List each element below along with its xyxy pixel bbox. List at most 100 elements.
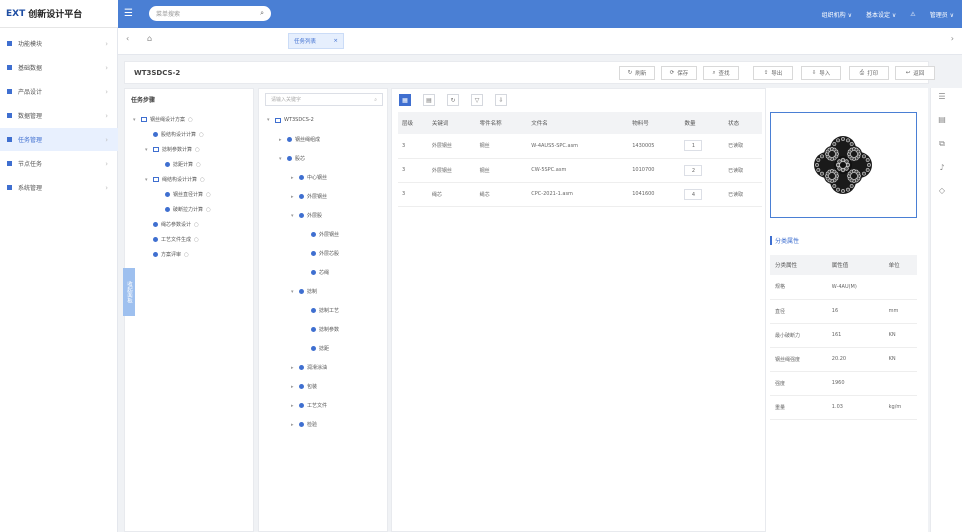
- table-row[interactable]: 3 外层钢丝 钢丝 CW-5SPC.asm 1010700 2 已读取: [398, 158, 762, 183]
- tree-node[interactable]: ▾ 钢丝绳设计方案 ○: [133, 116, 193, 124]
- toolbar-button-4[interactable]: ⇩ 导入: [801, 66, 841, 80]
- property-cell: W-4AU(M): [826, 275, 884, 300]
- tree-node[interactable]: ▾ WT3SDCS-2: [267, 117, 314, 123]
- quantity-input[interactable]: 4: [684, 188, 703, 200]
- toolbar-button-6[interactable]: ↩ 返回: [895, 66, 935, 80]
- sidebar-item-3[interactable]: 数据管理 ›: [0, 104, 118, 127]
- toolbar-button-1[interactable]: ⟳ 保存: [661, 66, 697, 80]
- filter-icon[interactable]: ▽: [471, 94, 483, 106]
- caret-icon[interactable]: ▾: [291, 213, 296, 219]
- refresh-icon[interactable]: ↻: [447, 94, 459, 106]
- top-menu-2[interactable]: 管理员 ∨: [930, 10, 954, 19]
- tab-active[interactable]: 任务列表 ×: [288, 33, 344, 49]
- toolbar-button-2[interactable]: ⌕ 查找: [703, 66, 739, 80]
- tree-node[interactable]: ▾ 外层股: [291, 212, 322, 220]
- sidebar-item-0[interactable]: 功能模块 ›: [0, 32, 118, 55]
- table-row[interactable]: 3 外层钢丝 钢丝 W-4AUS5-SPC.asm 1430005 1 已读取: [398, 134, 762, 159]
- tree-node[interactable]: ▾ 股芯: [279, 155, 305, 163]
- wire: [834, 171, 839, 176]
- copy-icon[interactable]: ⧉: [937, 139, 947, 149]
- caret-icon[interactable]: ▸: [291, 422, 296, 428]
- bell-icon[interactable]: ⚠: [910, 11, 915, 18]
- tree-filter-input[interactable]: 请输入关键字 ⌕: [265, 93, 383, 106]
- search-icon[interactable]: ⌕: [260, 9, 264, 18]
- tree-node[interactable]: 捻距计算 ○: [157, 161, 201, 168]
- tab-next-icon[interactable]: ›: [951, 34, 954, 43]
- right-toolbar: [930, 88, 962, 532]
- menu-icon[interactable]: ☰: [937, 92, 947, 101]
- caret-icon[interactable]: ▸: [279, 137, 284, 143]
- tree-node[interactable]: ▾ 捻制参数计算 ○: [145, 146, 200, 154]
- folder-icon: [153, 147, 159, 152]
- top-menu-0[interactable]: 组织机构 ∨: [822, 10, 852, 19]
- tree-node-label: 钢丝绳设计方案: [150, 117, 186, 123]
- tab-prev-icon[interactable]: ‹: [126, 34, 129, 43]
- tree-node[interactable]: 捻制参数: [303, 326, 339, 333]
- tree-node[interactable]: ▸ 检验: [291, 421, 317, 429]
- sidebar-item-5[interactable]: 节点任务 ›: [0, 152, 118, 175]
- bell-icon[interactable]: ♪: [937, 163, 947, 172]
- shield-icon[interactable]: ◇: [937, 186, 947, 195]
- tree-node[interactable]: 方案评审 ○: [145, 251, 189, 258]
- tree-node[interactable]: 捻制工艺: [303, 307, 339, 314]
- tree-node[interactable]: ▸ 外层钢丝: [291, 193, 327, 201]
- caret-icon[interactable]: ▾: [133, 117, 138, 123]
- property-row: 钢丝绳强度 20.20 KN: [770, 347, 917, 372]
- caret-icon[interactable]: ▾: [267, 117, 272, 123]
- caret-icon[interactable]: ▸: [291, 194, 296, 200]
- node-dot-icon: [153, 252, 158, 257]
- tree-node[interactable]: ▾ 捻制: [291, 288, 317, 296]
- list-view-icon[interactable]: ▤: [423, 94, 435, 106]
- sidebar-item-1[interactable]: 基础数据 ›: [0, 56, 118, 79]
- table-cell: 1430005: [628, 134, 681, 159]
- tree-node[interactable]: 外层钢丝: [303, 231, 339, 238]
- tree-node-label: 工艺文件: [307, 403, 328, 409]
- tree-node[interactable]: 工艺文件生成 ○: [145, 236, 199, 243]
- caret-icon[interactable]: ▸: [291, 175, 296, 181]
- quantity-input[interactable]: 1: [684, 140, 703, 152]
- tree-node[interactable]: ▸ 工艺文件: [291, 402, 328, 410]
- tree-node[interactable]: ▾ 绳结构设计计算 ○: [145, 176, 205, 184]
- tree-node[interactable]: ▸ 中心钢丝: [291, 174, 327, 182]
- tree-node[interactable]: 股结构设计计算 ○: [145, 131, 204, 138]
- caret-icon[interactable]: ▾: [145, 147, 150, 153]
- sidebar-item-label: 系统管理: [18, 185, 43, 192]
- top-bar: [0, 0, 962, 28]
- tree-node[interactable]: ▸ 包装: [291, 383, 317, 391]
- toolbar-button-3[interactable]: ⇪ 导出: [753, 66, 793, 80]
- export-icon[interactable]: ⇩: [495, 94, 507, 106]
- caret-icon[interactable]: ▾: [145, 177, 150, 183]
- collapse-panel-tab[interactable]: 收起面板: [123, 268, 135, 316]
- caret-icon[interactable]: ▸: [291, 365, 296, 371]
- caret-icon[interactable]: ▸: [291, 384, 296, 390]
- home-icon[interactable]: ⌂: [147, 34, 152, 43]
- tree-node[interactable]: ▸ 润滑涂油: [291, 364, 327, 372]
- tree-node[interactable]: 破断拉力计算 ○: [157, 206, 211, 213]
- search-input[interactable]: 菜单搜索 ⌕: [149, 6, 271, 21]
- toolbar-button-5[interactable]: ⎙ 打印: [849, 66, 889, 80]
- tree-node[interactable]: 外层芯股: [303, 250, 339, 257]
- top-menu-1[interactable]: 基本设定 ∨: [866, 10, 896, 19]
- tree-node[interactable]: 芯绳: [303, 269, 329, 276]
- node-dot-icon: [299, 213, 304, 218]
- caret-icon[interactable]: ▾: [291, 289, 296, 295]
- tree-node[interactable]: ▸ 钢丝绳组成: [279, 136, 320, 144]
- sidebar-item-6[interactable]: 系统管理 ›: [0, 176, 118, 199]
- sidebar-item-4[interactable]: 任务管理 ›: [0, 128, 118, 151]
- grid-view-icon[interactable]: ▦: [399, 94, 411, 106]
- parts-col-header: 文件名: [527, 112, 629, 134]
- tree-node[interactable]: 绳芯参数设计 ○: [145, 221, 199, 228]
- caret-icon[interactable]: ▸: [291, 403, 296, 409]
- search-icon[interactable]: ⌕: [374, 97, 377, 103]
- menu-toggle-icon[interactable]: ☰: [124, 8, 136, 19]
- close-icon[interactable]: ×: [333, 38, 338, 44]
- caret-icon[interactable]: ▾: [279, 156, 284, 162]
- toolbar-button-0[interactable]: ↻ 刷新: [619, 66, 655, 80]
- tree-node[interactable]: 钢丝直径计算 ○: [157, 191, 211, 198]
- tree-node[interactable]: 捻距: [303, 345, 329, 352]
- sidebar-item-2[interactable]: 产品设计 ›: [0, 80, 118, 103]
- quantity-input[interactable]: 2: [684, 164, 703, 176]
- list-icon[interactable]: ▤: [937, 115, 947, 124]
- table-row[interactable]: 3 绳芯 绳芯 CPC-2021-1.asm 1041600 4 已读取: [398, 182, 762, 207]
- core-wire: [844, 166, 849, 171]
